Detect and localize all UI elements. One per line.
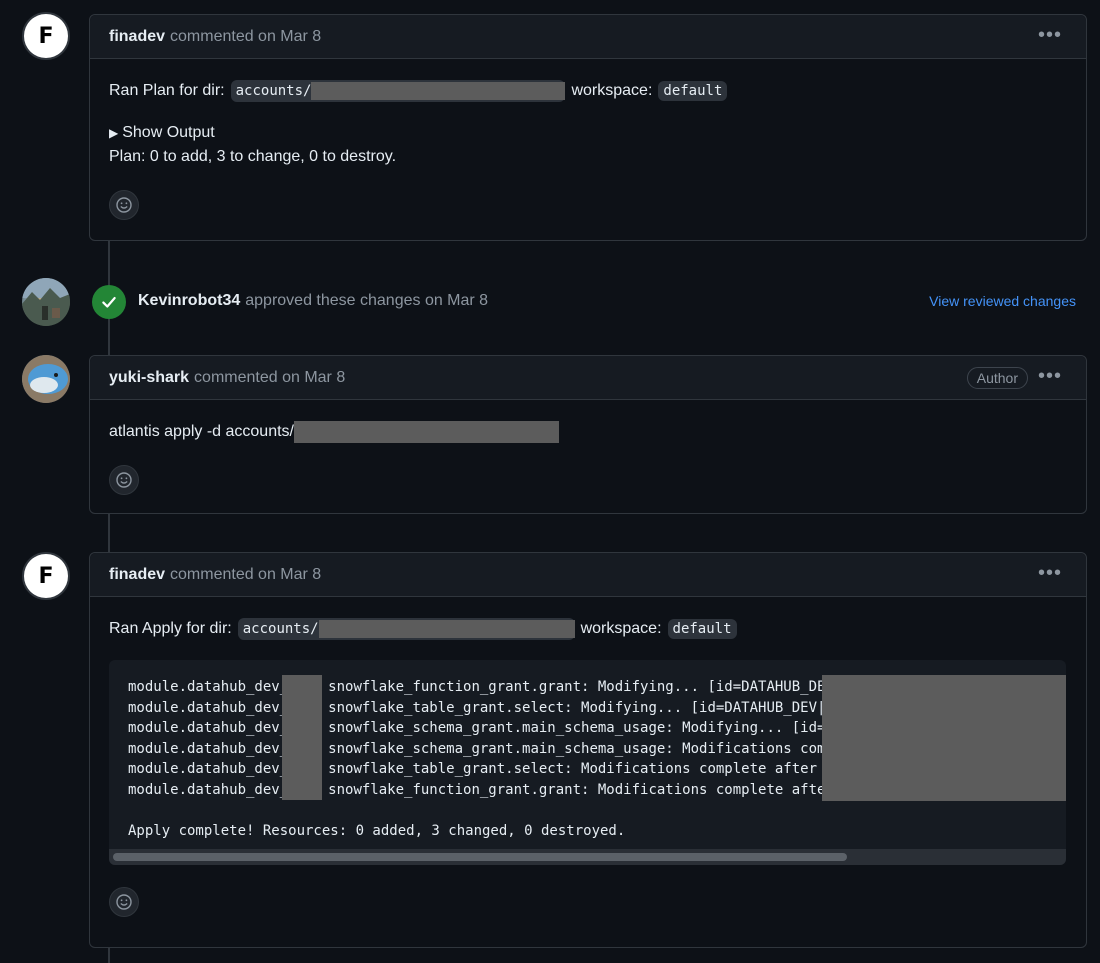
output-line-suffix: snowflake_table_grant.select: Modificati…: [328, 761, 826, 777]
comment-line: atlantis apply -d accounts/: [109, 421, 1067, 443]
comment-text: Ran Plan for dir:: [109, 82, 225, 99]
more-options-icon[interactable]: •••: [1038, 366, 1062, 386]
scrollbar-thumb[interactable]: [113, 853, 847, 861]
redacted-block: [311, 82, 566, 100]
comment-meta[interactable]: commented on Mar 8: [194, 369, 345, 387]
horizontal-scrollbar[interactable]: [109, 849, 1066, 865]
more-options-icon[interactable]: •••: [1038, 25, 1062, 45]
comment-card: yuki-shark commented on Mar 8 Author •••…: [89, 355, 1087, 514]
avatar[interactable]: F: [22, 552, 70, 600]
author-badge: Author: [966, 367, 1028, 389]
comment-header: finadev commented on Mar 8 •••: [90, 553, 1086, 597]
comment-text: atlantis apply -d accounts/: [109, 423, 294, 440]
view-reviewed-changes-link[interactable]: View reviewed changes: [929, 293, 1076, 309]
output-code-block: module.datahub_dev_ snowflake_function_gr…: [109, 660, 1066, 865]
output-line-suffix: snowflake_table_grant.select: Modifying.…: [328, 699, 826, 716]
comment-header: yuki-shark commented on Mar 8 Author •••: [90, 356, 1086, 400]
show-output-toggle[interactable]: ▶ Show Output: [109, 124, 1067, 142]
avatar[interactable]: F: [22, 12, 70, 60]
workspace-code: default: [667, 619, 737, 639]
output-line-prefix: module.datahub_dev_: [128, 740, 289, 757]
redacted-block: [294, 421, 559, 443]
disclosure-triangle-icon: ▶: [109, 126, 119, 140]
avatar[interactable]: [22, 355, 70, 403]
smiley-icon: [116, 894, 132, 910]
comment-line: Ran Plan for dir: accounts/ workspace: d…: [109, 80, 1067, 102]
avatar-letter: F: [28, 18, 64, 54]
comment-header: finadev commented on Mar 8 •••: [90, 15, 1086, 59]
show-output-label: Show Output: [122, 124, 215, 141]
workspace-label: workspace:: [571, 82, 653, 99]
comment-text: Ran Apply for dir:: [109, 620, 232, 637]
add-reaction-button[interactable]: [109, 190, 139, 220]
avatar-letter: F: [28, 558, 64, 594]
more-options-icon[interactable]: •••: [1038, 563, 1062, 583]
plan-summary: Plan: 0 to add, 3 to change, 0 to destro…: [109, 148, 397, 165]
output-line-prefix: module.datahub_dev_: [128, 720, 289, 736]
output-line-suffix: snowflake_schema_grant.main_schema_usage…: [328, 740, 826, 757]
comment-author[interactable]: yuki-shark: [109, 369, 189, 387]
comment-meta[interactable]: commented on Mar 8: [170, 566, 321, 584]
redacted-block: [282, 675, 322, 800]
comment-line: Ran Apply for dir: accounts/ workspace: …: [109, 618, 1067, 640]
comment-author[interactable]: finadev: [109, 566, 165, 584]
redacted-block: [318, 620, 575, 638]
add-reaction-button[interactable]: [109, 465, 139, 495]
smiley-icon: [116, 197, 132, 213]
dir-code: accounts/: [237, 618, 575, 640]
dir-code: accounts/: [230, 80, 566, 102]
dir-code-text: accounts/: [242, 621, 319, 637]
comment-card: finadev commented on Mar 8 ••• Ran Apply…: [89, 552, 1087, 948]
approval-author[interactable]: Kevinrobot34: [138, 292, 240, 310]
comment-author[interactable]: finadev: [109, 28, 165, 46]
output-line-suffix: snowflake_function_grant.grant: Modifyin…: [328, 679, 826, 695]
comment-card: finadev commented on Mar 8 ••• Ran Plan …: [89, 14, 1087, 241]
output-line-suffix: snowflake_function_grant.grant: Modifica…: [328, 781, 826, 798]
output-line-prefix: module.datahub_dev_: [128, 761, 289, 777]
workspace-label: workspace:: [580, 620, 662, 637]
add-reaction-button[interactable]: [109, 887, 139, 917]
smiley-icon: [116, 472, 132, 488]
avatar[interactable]: [22, 278, 70, 326]
output-line-blank: [128, 800, 1047, 821]
output-line-prefix: module.datahub_dev_: [128, 679, 289, 695]
avatar-photo: [22, 278, 70, 326]
approval-text: Kevinrobot34 approved these changes on M…: [138, 292, 488, 310]
redacted-block: [822, 675, 1066, 801]
output-line-suffix: snowflake_schema_grant.main_schema_usage…: [328, 720, 826, 736]
dir-code-text: accounts/: [235, 83, 312, 99]
comment-meta[interactable]: commented on Mar 8: [170, 28, 321, 46]
avatar-photo: [22, 355, 70, 403]
approved-check-icon: [92, 285, 126, 319]
output-line-prefix: module.datahub_dev_: [128, 699, 289, 716]
apply-summary: Apply complete! Resources: 0 added, 3 ch…: [128, 822, 626, 839]
workspace-code: default: [658, 81, 728, 101]
output-line-prefix: module.datahub_dev_: [128, 781, 289, 798]
approval-meta[interactable]: approved these changes on Mar 8: [245, 292, 488, 310]
